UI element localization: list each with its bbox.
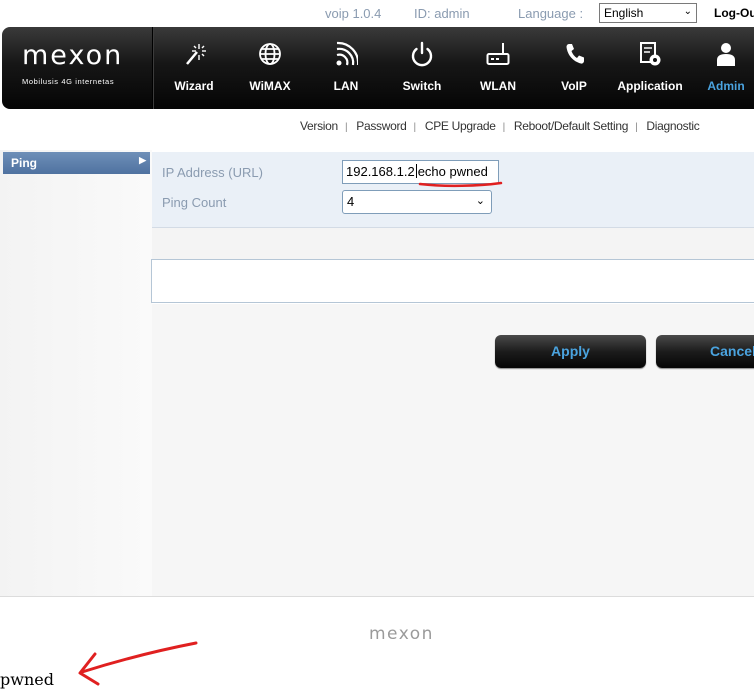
- submenu-reboot-default[interactable]: Reboot/Default Setting: [514, 119, 628, 133]
- nav-application[interactable]: Application: [612, 27, 688, 109]
- submenu-separator: |: [635, 122, 638, 133]
- power-icon: [411, 41, 433, 67]
- nav-voip-label: VoIP: [561, 79, 587, 93]
- nav-wizard[interactable]: Wizard: [156, 27, 232, 109]
- injected-output-text: pwned: [0, 670, 54, 689]
- nav-admin-label: Admin: [707, 79, 745, 93]
- submenu-cpe-upgrade[interactable]: CPE Upgrade: [425, 119, 496, 133]
- ping-count-value: 4: [347, 194, 355, 209]
- nav-lan-label: LAN: [333, 79, 359, 93]
- nav-switch-label: Switch: [402, 79, 442, 93]
- arrow-annotation: [78, 641, 198, 686]
- nav-wimax[interactable]: WiMAX: [232, 27, 308, 109]
- wand-icon: [186, 44, 206, 65]
- footer-logo: mexon: [369, 624, 434, 644]
- ip-address-label: IP Address (URL): [162, 165, 263, 180]
- ping-count-select[interactable]: 4 ⌄: [342, 190, 492, 214]
- nav-wlan-label: WLAN: [480, 79, 516, 93]
- user-icon: [717, 43, 735, 66]
- text-cursor: [415, 164, 417, 178]
- footer-divider: [0, 596, 754, 597]
- logout-link[interactable]: Log-Out: [714, 6, 754, 20]
- main-header: mexon Mobilusis 4G internetas Wizard WiM…: [2, 27, 754, 109]
- submenu-separator: |: [502, 122, 506, 133]
- brand-logo: mexon Mobilusis 4G internetas: [22, 40, 132, 87]
- sidebar-item-ping[interactable]: Ping ▶: [3, 152, 150, 174]
- submenu-separator: |: [413, 122, 417, 133]
- header-divider: [152, 27, 153, 109]
- nav-wimax-label: WiMAX: [249, 79, 291, 93]
- nav-switch[interactable]: Switch: [384, 27, 460, 109]
- globe-icon: [259, 43, 281, 65]
- chevron-right-icon: ▶: [139, 155, 146, 165]
- ip-address-injected-value: echo pwned: [417, 164, 488, 179]
- nav-lan[interactable]: LAN: [308, 27, 384, 109]
- signal-icon: [336, 41, 358, 66]
- language-select-value: English: [604, 6, 644, 20]
- nav-application-label: Application: [617, 79, 683, 93]
- chevron-down-icon: ⌄: [683, 6, 692, 17]
- nav-wizard-label: Wizard: [174, 79, 214, 93]
- router-icon: [486, 43, 510, 65]
- ping-count-label: Ping Count: [162, 195, 227, 210]
- sidebar-item-label: Ping: [11, 156, 37, 170]
- apply-button[interactable]: Apply: [495, 335, 646, 368]
- language-select[interactable]: English ⌄: [599, 3, 697, 23]
- submenu-diagnostic[interactable]: Diagnostic: [646, 119, 699, 133]
- language-label: Language :: [518, 6, 584, 21]
- ip-address-input[interactable]: 192.168.1.2 echo pwned: [342, 160, 499, 184]
- nav-wlan[interactable]: WLAN: [460, 27, 536, 109]
- submenu-separator: |: [344, 122, 348, 133]
- form-spacer: [152, 228, 754, 260]
- ping-result-box: [151, 259, 754, 303]
- submenu-version[interactable]: Version: [300, 119, 338, 133]
- ping-form: IP Address (URL) 192.168.1.2 echo pwned P…: [152, 152, 754, 228]
- nav-admin[interactable]: Admin: [688, 27, 754, 109]
- top-bar: voip 1.0.4 ID: admin Language : English …: [0, 0, 754, 26]
- ip-address-value: 192.168.1.2: [346, 164, 415, 179]
- brand-tagline: Mobilusis 4G internetas: [22, 77, 115, 86]
- brand-logo-text: mexon: [22, 40, 124, 71]
- nav-voip[interactable]: VoIP: [536, 27, 612, 109]
- firmware-version: voip 1.0.4: [325, 6, 382, 21]
- submenu-password[interactable]: Password: [356, 119, 407, 133]
- cancel-button[interactable]: Cancel: [656, 335, 754, 368]
- admin-submenu: Version | Password | CPE Upgrade | Reboot/Defa…: [300, 119, 700, 133]
- phone-icon: [566, 44, 584, 64]
- user-id: ID: admin: [414, 6, 470, 21]
- sidebar: Ping ▶: [0, 150, 152, 596]
- chevron-down-icon: ⌄: [475, 195, 485, 207]
- app-settings-icon: [640, 42, 661, 66]
